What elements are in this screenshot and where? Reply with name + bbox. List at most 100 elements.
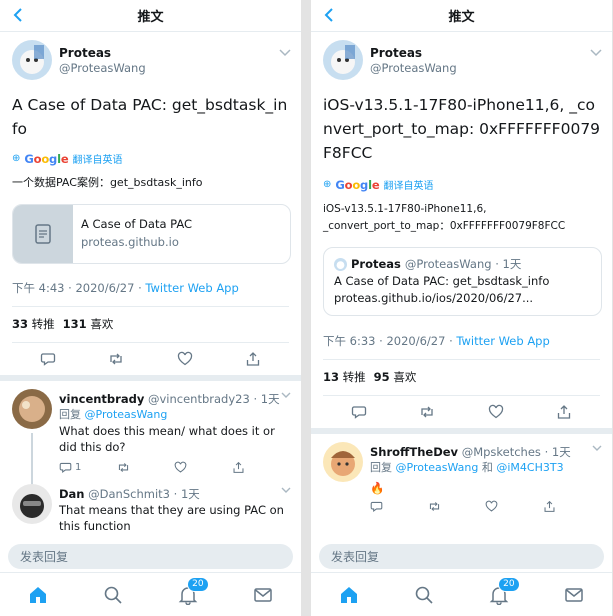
quoted-tweet[interactable]: Proteas @ProteasWang · 1天 A Case of Data…	[323, 247, 602, 316]
reply-item[interactable]: vincentbrady @vincentbrady23 · 1天 回复 @Pr…	[0, 381, 301, 487]
tab-messages[interactable]	[252, 584, 274, 606]
notification-badge: 20	[498, 576, 520, 592]
reply-avatar[interactable]	[323, 442, 363, 482]
chevron-down-icon[interactable]	[592, 444, 602, 452]
reply-bar: 发表回复	[311, 540, 612, 572]
like-stat[interactable]: 131 喜欢	[63, 316, 114, 332]
mention-link[interactable]: @ProteasWang	[396, 461, 479, 474]
card-text: A Case of Data PAC proteas.github.io	[73, 205, 200, 263]
tab-notifications[interactable]: 20	[177, 576, 209, 606]
share-icon	[544, 500, 554, 512]
author-row: Proteas @ProteasWang	[311, 32, 612, 80]
retweet-icon[interactable]	[108, 351, 124, 367]
reply-input[interactable]: 发表回复	[8, 544, 293, 569]
page-title: 推文	[137, 10, 164, 25]
tweet-detail: Proteas @ProteasWang iOS-v13.5.1-17F80-i…	[311, 32, 612, 540]
search-icon	[104, 586, 122, 604]
heart-icon[interactable]	[177, 351, 193, 367]
retweet-icon	[429, 502, 439, 511]
tweet-detail: Proteas @ProteasWang A Case of Data PAC:…	[0, 32, 301, 540]
reply-item[interactable]: Dan @DanSchmit3 · 1天 That means that the…	[0, 480, 301, 540]
reply-like-button[interactable]	[174, 461, 232, 474]
reply-retweet-button[interactable]	[117, 461, 175, 474]
reply-reply-button[interactable]	[370, 500, 428, 513]
source-app[interactable]: Twitter Web App	[145, 281, 238, 295]
author-names: Proteas @ProteasWang	[370, 45, 457, 76]
reply-avatar[interactable]	[12, 389, 52, 429]
reply-author[interactable]: vincentbrady	[59, 392, 144, 406]
action-bar	[0, 343, 301, 375]
timestamp: 下午 6:33 · 2020/6/27 ·	[323, 334, 457, 348]
reply-handle: @vincentbrady23 · 1天	[147, 392, 280, 406]
share-icon[interactable]	[245, 351, 261, 367]
chevron-down-icon[interactable]	[281, 391, 291, 399]
share-icon	[233, 461, 243, 473]
reply-item[interactable]: ShroffTheDev @Mpsketches · 1天 回复 @Protea…	[311, 434, 612, 519]
share-icon[interactable]	[556, 404, 572, 420]
retweet-icon[interactable]	[419, 404, 435, 420]
tab-home[interactable]	[27, 584, 49, 606]
author-row: Proteas @ProteasWang	[0, 32, 301, 80]
translate-button[interactable]: ⊕ Google 翻译自英语	[311, 177, 612, 193]
like-stat[interactable]: 95 喜欢	[374, 369, 417, 385]
reply-avatar[interactable]	[12, 484, 52, 524]
author-handle: @ProteasWang	[59, 60, 146, 75]
tab-home[interactable]	[338, 584, 360, 606]
tab-messages[interactable]	[563, 584, 585, 606]
retweet-stat[interactable]: 33 转推	[12, 316, 55, 332]
google-logo: Google	[335, 177, 380, 192]
link-card[interactable]: A Case of Data PAC proteas.github.io	[12, 204, 291, 264]
tweet-text: A Case of Data PAC: get_bsdtask_info	[12, 96, 288, 138]
reply-retweet-button[interactable]	[428, 500, 486, 513]
reply-icon[interactable]	[40, 351, 56, 367]
heart-icon	[485, 500, 498, 512]
heart-icon[interactable]	[488, 404, 504, 420]
translated-text: 一个数据PAC案例：get_bsdtask_info	[12, 176, 203, 189]
reply-reply-button[interactable]: 1	[59, 461, 117, 474]
retweet-icon	[118, 463, 128, 472]
translate-label: 翻译自英语	[383, 181, 434, 192]
mention-link[interactable]: @ProteasWang	[85, 408, 168, 421]
chevron-down-icon[interactable]	[281, 486, 291, 494]
reply-share-button[interactable]	[232, 461, 290, 474]
tab-search[interactable]	[102, 584, 124, 606]
reply-author[interactable]: Dan	[59, 487, 85, 501]
tweet-stats: 13 转推 95 喜欢	[311, 360, 612, 395]
tab-search[interactable]	[413, 584, 435, 606]
quote-handle: @ProteasWang · 1天	[404, 257, 522, 271]
retweet-stat[interactable]: 13 转推	[323, 369, 366, 385]
back-arrow-icon[interactable]	[8, 5, 28, 25]
top-bar: 推文	[0, 0, 301, 32]
source-app[interactable]: Twitter Web App	[456, 334, 549, 348]
chevron-down-icon[interactable]	[279, 48, 291, 58]
thread-line	[31, 433, 33, 487]
translated-line: _convert_port_to_map：0xFFFFFFF0079F8FCC	[323, 220, 566, 232]
translate-button[interactable]: ⊕ Google 翻译自英语	[0, 151, 301, 167]
chevron-down-icon[interactable]	[590, 48, 602, 58]
author-avatar[interactable]	[323, 40, 363, 80]
reply-body: 🔥	[370, 481, 385, 495]
reply-input[interactable]: 发表回复	[319, 544, 604, 569]
reply-header: vincentbrady @vincentbrady23 · 1天	[59, 391, 289, 407]
reply-icon	[370, 501, 383, 512]
author-name[interactable]: Proteas	[59, 45, 146, 61]
author-handle: @ProteasWang	[370, 60, 457, 75]
home-icon	[29, 586, 46, 603]
quote-header: Proteas @ProteasWang · 1天	[334, 256, 591, 273]
reply-icon[interactable]	[351, 404, 367, 420]
reply-header: ShroffTheDev @Mpsketches · 1天	[370, 444, 600, 460]
mention-link[interactable]: @iM4CH3T3	[496, 461, 563, 474]
reply-body: That means that they are using PAC on th…	[59, 503, 284, 533]
author-avatar[interactable]	[12, 40, 52, 80]
notification-badge: 20	[187, 576, 209, 592]
right-screen: 推文 Proteas @ProteasWang iOS-v13.5.1-17F8…	[311, 0, 612, 616]
quote-author: Proteas	[351, 257, 401, 271]
tab-notifications[interactable]: 20	[488, 576, 520, 606]
tweet-meta: 下午 6:33 · 2020/6/27 · Twitter Web App	[311, 333, 612, 349]
reply-author[interactable]: ShroffTheDev	[370, 445, 458, 459]
reply-like-button[interactable]	[485, 500, 543, 513]
author-name[interactable]: Proteas	[370, 45, 457, 61]
search-icon	[415, 586, 433, 604]
reply-share-button[interactable]	[543, 500, 601, 513]
back-arrow-icon[interactable]	[319, 5, 339, 25]
